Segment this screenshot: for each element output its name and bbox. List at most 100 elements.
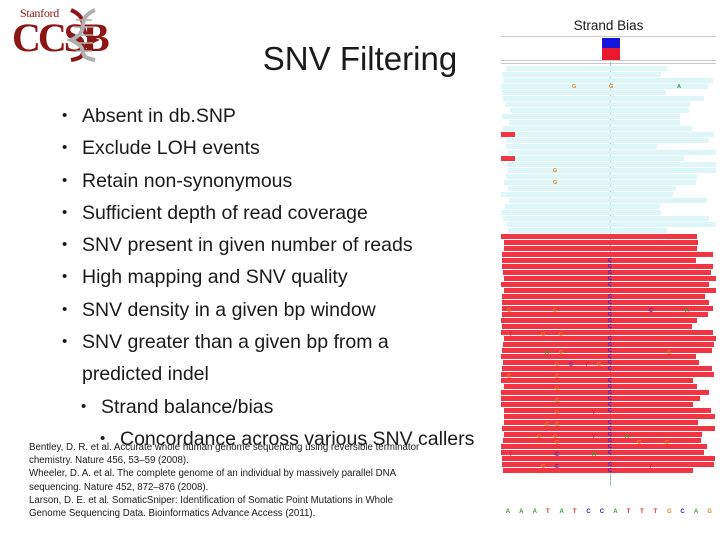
bullet-dot-icon: • bbox=[62, 171, 68, 189]
read-alignment bbox=[501, 402, 693, 407]
mismatch-base: G bbox=[545, 421, 550, 428]
mismatch-base: T bbox=[509, 331, 513, 338]
bullet-dot-icon: • bbox=[62, 300, 68, 318]
reference-base: G bbox=[707, 509, 712, 515]
track-divider bbox=[501, 63, 716, 64]
bullet-dot-icon: • bbox=[81, 397, 87, 415]
read-alignment bbox=[502, 348, 712, 353]
mismatch-base: A bbox=[677, 83, 681, 90]
read-alignment bbox=[502, 366, 712, 371]
mismatch-base: G bbox=[559, 349, 564, 356]
reference-base: T bbox=[653, 509, 658, 515]
list-item-label: SNV present in given number of reads bbox=[82, 234, 413, 257]
list-item: • SNV density in a given bp window bbox=[62, 294, 492, 326]
read-alignment bbox=[508, 150, 716, 155]
reference-base: A bbox=[613, 509, 618, 515]
read-alignment bbox=[501, 330, 713, 335]
list-item: • Retain non-synonymous bbox=[62, 165, 492, 197]
read-alignment bbox=[503, 216, 709, 221]
reference-line: Larson, D. E. et al. SomaticSniper: Iden… bbox=[29, 494, 393, 506]
mismatch-base: C bbox=[555, 463, 559, 470]
list-item-continuation: predicted indel bbox=[82, 363, 209, 386]
read-alignment bbox=[501, 378, 693, 383]
bullet-list: • Absent in db.SNP • Exclude LOH events … bbox=[62, 100, 492, 455]
mismatch-base: A bbox=[685, 307, 689, 314]
reference-base: A bbox=[559, 509, 564, 515]
list-item: • SNV present in given number of reads bbox=[62, 229, 492, 261]
mismatch-base: G bbox=[541, 463, 546, 470]
read-alignment bbox=[504, 240, 698, 245]
read-alignment bbox=[505, 102, 690, 107]
reference-base: A bbox=[693, 509, 699, 515]
mismatch-base: A bbox=[545, 349, 549, 356]
read-alignment bbox=[501, 372, 714, 377]
read-alignment bbox=[503, 126, 692, 131]
read-alignment bbox=[508, 168, 716, 173]
mismatch-base: T bbox=[509, 451, 513, 458]
mismatch-base: C bbox=[608, 467, 612, 474]
read-alignment bbox=[501, 132, 515, 137]
read-alignment bbox=[508, 186, 676, 191]
list-item-label: Exclude LOH events bbox=[82, 137, 260, 160]
read-alignment bbox=[502, 456, 715, 461]
mismatch-base: A bbox=[592, 451, 596, 458]
reference-base: G bbox=[666, 509, 672, 515]
mismatch-base: T bbox=[649, 463, 653, 470]
read-alignment bbox=[502, 312, 708, 317]
read-alignment bbox=[507, 156, 684, 161]
mismatch-base: G bbox=[541, 331, 546, 338]
mismatch-base: G bbox=[637, 439, 642, 446]
reference-line: sequencing. Nature 452, 872–876 (2008). bbox=[29, 481, 209, 493]
bullet-dot-icon: • bbox=[62, 236, 68, 254]
page-title: SNV Filtering bbox=[262, 40, 458, 77]
read-alignment bbox=[501, 396, 700, 401]
bullet-dot-icon: • bbox=[62, 268, 68, 286]
list-item-label: Retain non-synonymous bbox=[82, 169, 293, 192]
mismatch-base: C bbox=[608, 407, 612, 414]
mismatch-base: C bbox=[569, 361, 573, 368]
mismatch-base: C bbox=[608, 449, 612, 456]
reference-base: C bbox=[586, 509, 591, 515]
list-item: • Exclude LOH events bbox=[62, 132, 492, 164]
mismatch-base: T bbox=[592, 409, 596, 416]
read-alignment bbox=[502, 324, 692, 329]
list-item-label: Sufficient depth of read coverage bbox=[82, 201, 368, 224]
igv-alignment-panel: Strand Bias GGAGGCCCCCCCCCCCCCCCCCCCCCCC… bbox=[497, 0, 720, 515]
reference-base: T bbox=[572, 509, 577, 515]
list-item: • Absent in db.SNP bbox=[62, 100, 492, 132]
list-item-label: SNV greater than a given bp from a bbox=[82, 331, 389, 354]
reference-line: Genome Sequencing Data. Bioinformatics A… bbox=[29, 508, 316, 520]
read-alignment bbox=[506, 144, 657, 149]
read-alignment bbox=[501, 234, 697, 239]
mismatch-base: T bbox=[585, 361, 589, 368]
stanford-ccsb-logo: Stanford CCSB bbox=[8, 4, 128, 62]
reference-base: T bbox=[626, 509, 631, 515]
read-alignment bbox=[501, 390, 709, 395]
reference-line: Wheeler, D. A. et al. The complete genom… bbox=[29, 468, 397, 480]
read-alignment bbox=[509, 198, 707, 203]
read-alignment bbox=[505, 204, 660, 209]
mismatch-base: C bbox=[608, 365, 612, 372]
read-alignment bbox=[503, 78, 713, 83]
reference-line: chemistry. Nature 456, 53–59 (2008). bbox=[29, 455, 189, 467]
mismatch-base: G bbox=[555, 439, 560, 446]
igv-track-area[interactable]: GGAGGCCCCCCCCCCCCCCCCCCCCCCCCCCCCCCCGGCA… bbox=[497, 36, 720, 515]
mismatch-base: G bbox=[555, 409, 560, 416]
reference-base: C bbox=[599, 509, 605, 515]
read-alignment bbox=[508, 228, 667, 233]
read-alignment bbox=[504, 246, 697, 251]
read-alignment bbox=[501, 156, 515, 161]
mismatch-base: A bbox=[625, 433, 629, 440]
read-alignment bbox=[503, 438, 701, 443]
track-divider bbox=[501, 60, 716, 61]
mismatch-base: G bbox=[553, 307, 558, 314]
read-alignment bbox=[504, 180, 696, 185]
bullet-dot-icon: • bbox=[62, 203, 68, 221]
read-alignment bbox=[503, 468, 693, 473]
mismatch-base: G bbox=[597, 361, 602, 368]
reference-base: T bbox=[546, 509, 550, 515]
read-alignment bbox=[501, 282, 709, 287]
read-alignment bbox=[509, 120, 680, 125]
bullet-dot-icon: • bbox=[62, 107, 68, 124]
read-alignment bbox=[502, 294, 705, 299]
